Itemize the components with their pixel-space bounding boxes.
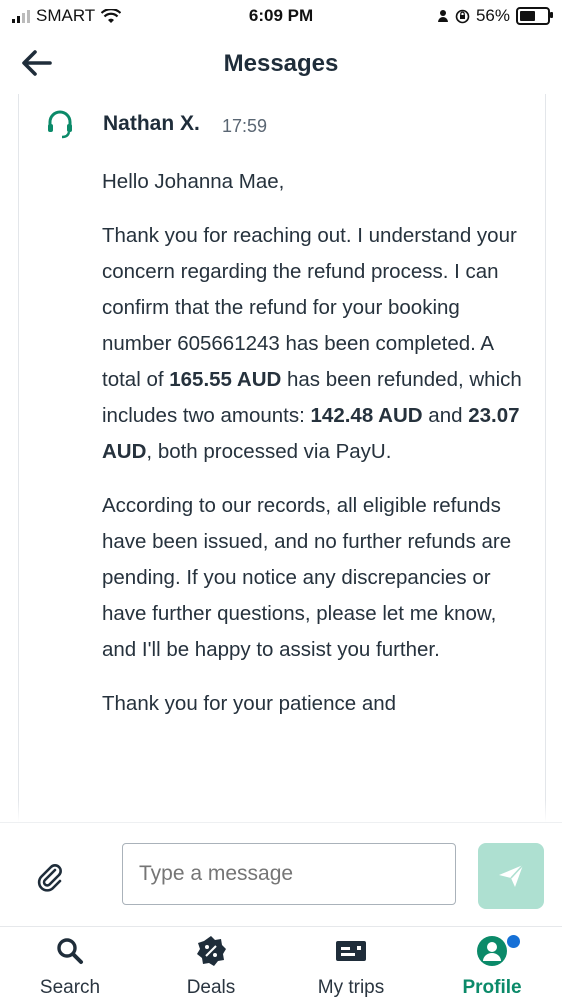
battery-level (520, 11, 535, 21)
message-body: Hello Johanna Mae, Thank you for reachin… (102, 164, 522, 740)
search-icon (57, 938, 83, 964)
attach-button[interactable] (34, 861, 66, 893)
battery-icon (516, 7, 553, 25)
text-span: and (422, 404, 469, 427)
nav-my-trips[interactable]: My trips (291, 927, 411, 1001)
bottom-nav: Search Deals My trips Profile (0, 926, 562, 1001)
status-bar: SMART 6:09 PM 56% (0, 0, 562, 32)
headset-icon (48, 110, 72, 139)
message-time: 17:59 (222, 116, 268, 136)
send-icon (499, 864, 524, 887)
nav-label: Search (39, 977, 101, 998)
notification-dot (505, 933, 522, 950)
sender-name: Nathan X. (103, 112, 200, 135)
greeting: Hello Johanna Mae, (102, 170, 285, 193)
orientation-lock-icon (455, 9, 470, 23)
total-amount: 165.55 AUD (169, 368, 282, 391)
profile-icon (477, 936, 507, 966)
battery-percent: 56% (475, 6, 510, 25)
text-span: , both processed via PayU. (146, 440, 392, 463)
nav-label: My trips (317, 977, 385, 998)
paperclip-icon (37, 864, 62, 892)
scroll-fade (0, 800, 562, 822)
text-span: Thank you for reaching out. I understand… (102, 224, 517, 391)
page-title: Messages (223, 50, 339, 77)
amount-1: 142.48 AUD (310, 404, 423, 427)
paragraph-closing: Thank you for your patience and (102, 692, 397, 715)
message-thread[interactable]: Nathan X. 17:59 Hello Johanna Mae, Thank… (0, 94, 562, 822)
person-icon (437, 10, 448, 22)
nav-deals[interactable]: Deals (151, 927, 271, 1001)
trips-icon (336, 941, 366, 961)
nav-profile[interactable]: Profile (432, 927, 552, 1001)
send-button[interactable] (478, 843, 544, 909)
nav-search[interactable]: Search (10, 927, 130, 1001)
nav-label: Deals (186, 977, 236, 998)
deals-badge-icon (197, 936, 226, 966)
status-right: 56% (437, 6, 553, 26)
paragraph-refund: Thank you for reaching out. I understand… (102, 218, 522, 470)
message-input[interactable] (122, 843, 456, 905)
nav-label: Profile (462, 977, 522, 998)
header: Messages (0, 32, 562, 94)
message-composer (0, 822, 562, 927)
paragraph-records: According to our records, all eligible r… (102, 494, 512, 661)
